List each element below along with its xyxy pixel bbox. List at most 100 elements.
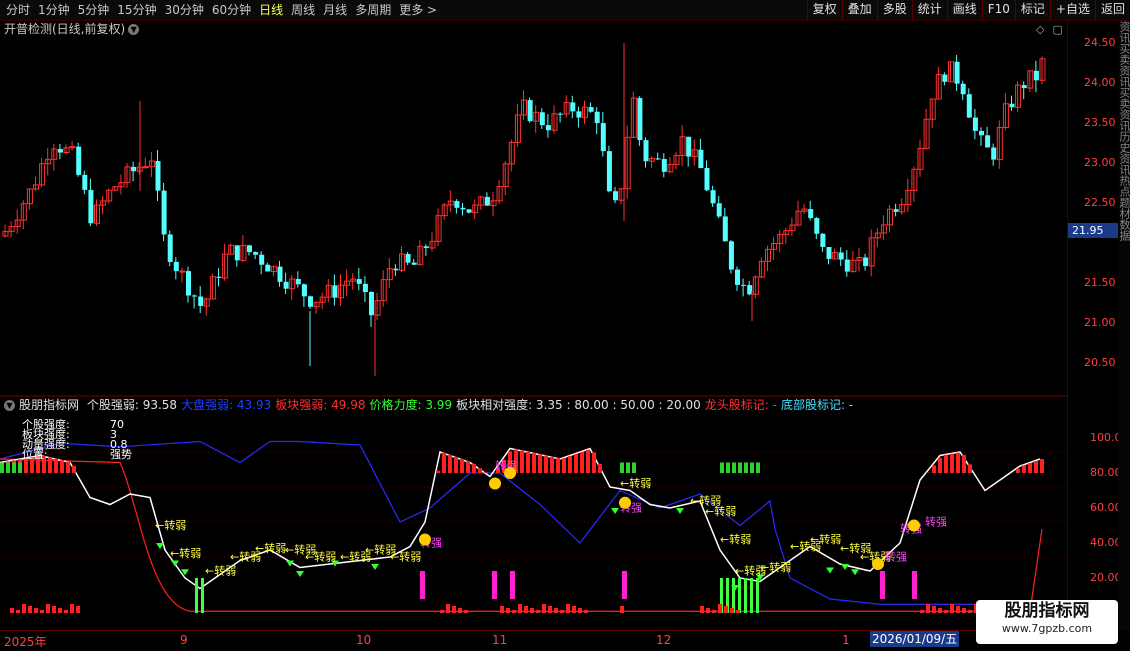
- weak-label: ←转弱: [760, 560, 791, 574]
- strength-bar: [454, 457, 458, 473]
- period-tab-8[interactable]: 月线: [319, 0, 351, 20]
- candle-body: [406, 254, 411, 263]
- strength-bar: [550, 457, 554, 473]
- candle-body: [528, 100, 533, 121]
- volume-bar: [512, 610, 516, 613]
- volume-bar: [530, 608, 534, 613]
- period-tab-9[interactable]: 多周期: [351, 0, 395, 20]
- indicator-legend: 个股强度:70板块强度:3动量强度:0.8位置:强势: [22, 420, 132, 460]
- candle-body: [955, 62, 960, 84]
- strength-bar: [956, 453, 960, 473]
- toolbar-button-1[interactable]: 叠加: [842, 0, 877, 20]
- down-arrow-icon: [826, 568, 834, 574]
- strength-bar: [750, 463, 754, 474]
- candle-body: [973, 118, 978, 131]
- candle-body: [485, 197, 490, 206]
- candle-body: [656, 158, 661, 159]
- volume-bar: [52, 606, 56, 613]
- volume-bar: [712, 610, 716, 613]
- strength-bar: [60, 460, 64, 473]
- candle-body: [1022, 85, 1027, 88]
- indicator-tick: 20.00: [1090, 571, 1122, 584]
- chart-canvas[interactable]: ←转弱←转弱←转弱←转弱←转弱←转弱←转弱←转弱←转弱←转弱←转弱←转弱←转弱←…: [0, 21, 1068, 630]
- candle-body: [278, 267, 283, 282]
- strength-bar: [448, 455, 452, 473]
- strength-bar: [562, 458, 566, 473]
- side-info-strip[interactable]: 资讯买卖资讯买卖资讯历史资讯热点题材数据: [1118, 21, 1130, 630]
- indicator-header: ▼股朋指标网 个股强弱: 93.58大盘强弱: 43.93板块强弱: 49.98…: [4, 398, 857, 412]
- strength-bar: [72, 466, 76, 473]
- signal-bar: [510, 571, 515, 599]
- toolbar-button-4[interactable]: 画线: [947, 0, 982, 20]
- toolbar-button-8[interactable]: 返回: [1095, 0, 1130, 20]
- candle-body: [589, 107, 594, 112]
- strength-bar: [466, 461, 470, 473]
- candle-body: [192, 295, 197, 296]
- candle-body: [296, 279, 301, 284]
- toolbar-button-5[interactable]: F10: [982, 0, 1015, 20]
- strength-bar: [968, 464, 972, 473]
- strength-bar: [544, 456, 548, 473]
- indicator-tick: 80.00: [1090, 466, 1122, 479]
- toolbar-button-7[interactable]: +自选: [1050, 0, 1095, 20]
- period-tab-6[interactable]: 日线: [255, 0, 287, 20]
- bottom-bar: [201, 578, 204, 613]
- bottom-bar: [195, 578, 198, 613]
- strength-bar: [744, 463, 748, 474]
- candle-body: [698, 150, 703, 168]
- candle-body: [454, 201, 459, 208]
- period-tab-4[interactable]: 30分钟: [161, 0, 208, 20]
- candle-body: [894, 209, 899, 212]
- candle-body: [820, 234, 825, 247]
- volume-bar: [560, 610, 564, 613]
- strength-bar: [632, 463, 636, 474]
- strength-bar: [932, 465, 936, 473]
- period-tab-5[interactable]: 60分钟: [208, 0, 255, 20]
- period-tab-10[interactable]: 更多 >: [395, 0, 441, 20]
- volume-bar: [536, 610, 540, 613]
- candle-body: [607, 151, 612, 191]
- weak-label: ←转弱: [205, 564, 236, 578]
- legend-row: 位置:强势: [22, 450, 132, 460]
- strength-bar: [520, 451, 524, 473]
- period-tab-3[interactable]: 15分钟: [113, 0, 160, 20]
- toolbar-button-2[interactable]: 多股: [877, 0, 912, 20]
- candle-body: [88, 190, 93, 223]
- candle-body: [253, 252, 258, 255]
- down-arrow-icon: [611, 508, 619, 514]
- period-tab-0[interactable]: 分时: [2, 0, 34, 20]
- strength-bar: [574, 454, 578, 473]
- candle-body: [156, 161, 161, 191]
- volume-bar: [944, 610, 948, 613]
- volume-bar: [718, 604, 722, 613]
- candle-body: [686, 137, 691, 157]
- toolbar-button-3[interactable]: 统计: [912, 0, 947, 20]
- strength-bar: [944, 455, 948, 473]
- toolbar-button-6[interactable]: 标记: [1015, 0, 1050, 20]
- period-tab-1[interactable]: 1分钟: [34, 0, 74, 20]
- candle-body: [412, 263, 417, 265]
- period-tab-7[interactable]: 周线: [287, 0, 319, 20]
- indicator-field-2: 板块强弱: 49.98: [275, 398, 365, 412]
- indicator-field-4: 板块相对强度: 3.35 : 80.00 : 50.00 : 20.00: [456, 398, 701, 412]
- volume-bar: [10, 608, 14, 613]
- volume-bar: [446, 604, 450, 613]
- period-tab-2[interactable]: 5分钟: [74, 0, 114, 20]
- candle-body: [613, 191, 618, 200]
- candle-body: [284, 282, 289, 289]
- strength-bar: [1022, 465, 1026, 473]
- indicator-tick: 60.00: [1090, 501, 1122, 514]
- candle-body: [576, 111, 581, 117]
- toolbar-button-0[interactable]: 复权: [807, 0, 842, 20]
- strength-bar: [526, 452, 530, 473]
- candle-body: [711, 190, 716, 203]
- strength-bar: [556, 458, 560, 473]
- candle-body: [705, 168, 710, 190]
- date-tick: 10: [356, 633, 371, 647]
- volume-bar: [58, 608, 62, 613]
- indicator-menu-icon[interactable]: ▼: [4, 400, 15, 411]
- volume-bar: [524, 606, 528, 613]
- volume-bar: [962, 608, 966, 613]
- down-arrow-icon: [296, 571, 304, 577]
- candle-body: [729, 241, 734, 269]
